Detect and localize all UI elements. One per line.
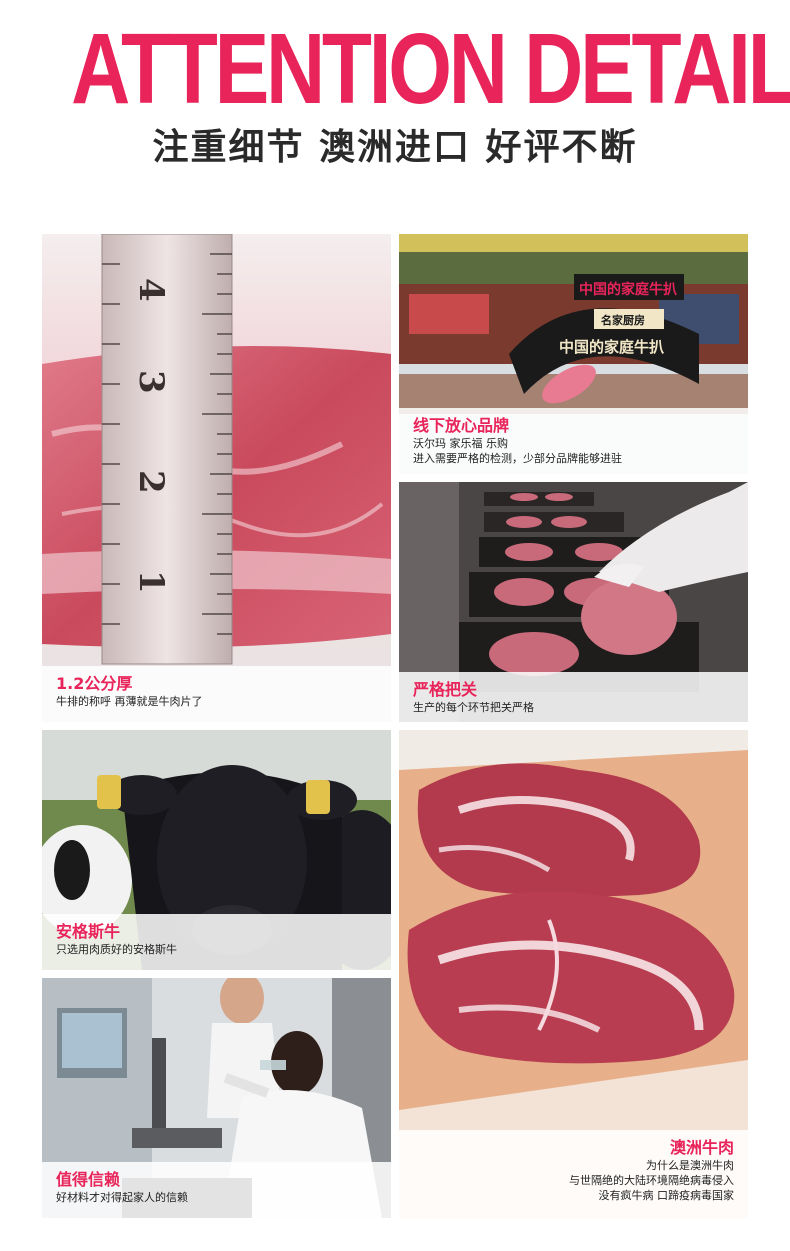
- ruler-mark-3: 3: [131, 370, 171, 394]
- angus-panel: 安格斯牛 只选用肉质好的安格斯牛: [42, 730, 391, 970]
- thickness-panel: 1 2 3 4 1.2公分厚 牛排的称呼 再薄就是牛肉片了: [42, 234, 391, 722]
- sign-text-mid: 中国的家庭牛扒: [559, 338, 665, 356]
- sign-text-top: 中国的家庭牛扒: [579, 281, 678, 298]
- ruler-mark-2: 2: [131, 470, 171, 494]
- brand-line-1: 沃尔玛 家乐福 乐购: [413, 437, 508, 450]
- angus-line-1: 只选用肉质好的安格斯牛: [56, 943, 177, 956]
- trust-caption: 值得信赖 好材料才对得起家人的信赖: [42, 1162, 391, 1218]
- trust-panel: 值得信赖 好材料才对得起家人的信赖: [42, 978, 391, 1218]
- trust-title: 值得信赖: [56, 1170, 121, 1189]
- australia-line-1: 为什么是澳洲牛肉: [646, 1159, 734, 1172]
- brand-caption: 线下放心品牌 沃尔玛 家乐福 乐购 进入需要严格的检测，少部分品牌能够进驻: [399, 408, 748, 474]
- australia-line-3: 没有疯牛病 口蹄疫病毒国家: [598, 1189, 735, 1202]
- trust-line-1: 好材料才对得起家人的信赖: [56, 1191, 188, 1204]
- ruler-mark-1: 1: [131, 570, 171, 594]
- sign-logo: 名家厨房: [601, 313, 645, 327]
- quality-line-1: 生产的每个环节把关严格: [413, 701, 534, 714]
- angus-title: 安格斯牛: [56, 922, 121, 941]
- brand-panel: 中国的家庭牛扒 名家厨房 中国的家庭牛扒 线下放心品牌 沃尔玛 家乐福 乐购 进…: [399, 234, 748, 474]
- quality-caption: 严格把关 生产的每个环节把关严格: [399, 672, 748, 722]
- headline: ATTENTION DETAIL: [71, 13, 790, 125]
- thickness-line-1: 牛排的称呼 再薄就是牛肉片了: [56, 695, 203, 708]
- brand-title: 线下放心品牌: [413, 416, 510, 435]
- australia-panel: 澳洲牛肉 为什么是澳洲牛肉 与世隔绝的大陆环境隔绝病毒侵入 没有疯牛病 口蹄疫病…: [399, 730, 748, 1218]
- ruler-mark-4: 4: [131, 278, 171, 302]
- australia-line-2: 与世隔绝的大陆环境隔绝病毒侵入: [569, 1174, 734, 1187]
- brand-line-2: 进入需要严格的检测，少部分品牌能够进驻: [413, 452, 622, 465]
- thickness-title: 1.2公分厚: [56, 674, 133, 693]
- quality-title: 严格把关: [413, 680, 478, 699]
- australia-caption: 澳洲牛肉 为什么是澳洲牛肉 与世隔绝的大陆环境隔绝病毒侵入 没有疯牛病 口蹄疫病…: [399, 1130, 748, 1218]
- quality-panel: 严格把关 生产的每个环节把关严格: [399, 482, 748, 722]
- angus-caption: 安格斯牛 只选用肉质好的安格斯牛: [42, 914, 391, 970]
- subheadline: 注重细节 澳洲进口 好评不断: [152, 127, 638, 168]
- thickness-caption: 1.2公分厚 牛排的称呼 再薄就是牛肉片了: [42, 666, 391, 722]
- australia-title: 澳洲牛肉: [669, 1138, 734, 1157]
- steak-ruler-image: 1 2 3 4: [42, 234, 391, 722]
